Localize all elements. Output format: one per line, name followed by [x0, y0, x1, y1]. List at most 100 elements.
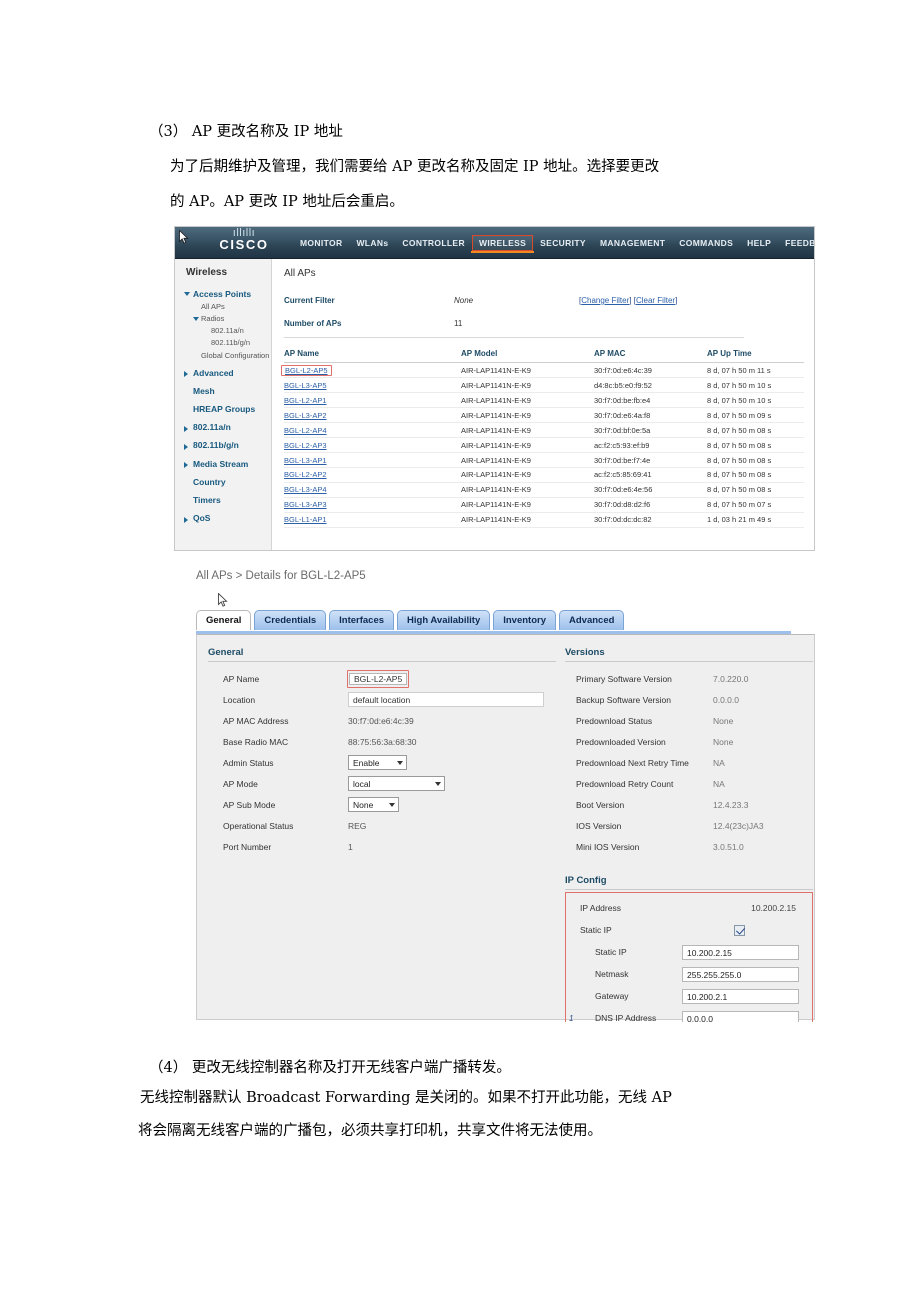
- sidebar-item-all-aps[interactable]: All APs: [175, 300, 271, 312]
- sidebar-item-global-configuration[interactable]: Global Configuration: [175, 349, 271, 361]
- static-ip-input[interactable]: 10.200.2.15: [682, 944, 799, 960]
- version-value: None: [713, 736, 734, 747]
- nav-commands[interactable]: COMMANDS: [672, 235, 740, 251]
- location-input[interactable]: default location: [348, 692, 544, 707]
- admin-status-label: Admin Status: [223, 757, 274, 768]
- nav-management[interactable]: MANAGEMENT: [593, 235, 672, 251]
- ap-name-input[interactable]: BGL-L2-AP5: [349, 672, 408, 685]
- mouse-cursor-icon: [218, 593, 228, 607]
- table-row[interactable]: BGL-L2-AP1 AIR-LAP1141N-E-K9 30:f7:0d:be:f…: [284, 392, 804, 408]
- static-ip-checkbox[interactable]: [734, 924, 745, 936]
- chevron-right-icon: [184, 371, 188, 378]
- sidebar-item-timers[interactable]: Timers: [175, 493, 271, 506]
- sidebar-item-80211bgn[interactable]: 802.11b/g/n: [175, 337, 271, 349]
- field-static-ip: Static IP 10.200.2.15: [569, 941, 809, 963]
- ap-name-link[interactable]: BGL-L2-AP3: [284, 441, 327, 450]
- nav-wireless[interactable]: WIRELESS: [471, 235, 534, 253]
- table-row[interactable]: BGL-L3-AP3 AIR-LAP1141N-E-K9 30:f7:0d:d8:d…: [284, 497, 804, 513]
- para3-line2: 的 AP。AP 更改 IP 地址后会重启。: [170, 194, 404, 210]
- ap-name-link[interactable]: BGL-L2-AP4: [284, 426, 327, 435]
- cisco-wordmark: CISCO: [219, 237, 269, 252]
- admin-status-select[interactable]: Enable: [348, 755, 407, 770]
- sidebar-item-advanced[interactable]: Advanced: [175, 366, 271, 379]
- sidebar-label: Radios: [201, 313, 225, 323]
- ap-name-link[interactable]: BGL-L3-AP5: [284, 381, 327, 390]
- number-of-aps-label: Number of APs: [284, 319, 342, 328]
- chevron-right-icon: [184, 462, 188, 469]
- field-netmask: Netmask 255.255.255.0: [569, 963, 809, 985]
- admin-status-value: Enable: [353, 757, 380, 768]
- sidebar-item-qos[interactable]: QoS: [175, 512, 271, 525]
- table-row[interactable]: BGL-L2-AP2 AIR-LAP1141N-E-K9 ac:f2:c5:85:6…: [284, 467, 804, 483]
- sidebar-item-access-points[interactable]: Access Points: [175, 287, 271, 300]
- nav-monitor[interactable]: MONITOR: [293, 235, 349, 251]
- ap-name-link[interactable]: BGL-L1-AP1: [284, 515, 327, 524]
- ap-name-link[interactable]: BGL-L3-AP3: [284, 500, 327, 509]
- oper-status-label: Operational Status: [223, 820, 294, 831]
- mouse-cursor-icon: [179, 230, 189, 244]
- ap-name-link[interactable]: BGL-L3-AP4: [284, 485, 327, 494]
- table-row[interactable]: BGL-L3-AP5 AIR-LAP1141N-E-K9 d4:8c:b5:e0:f…: [284, 377, 804, 393]
- sidebar-item-80211an-main[interactable]: 802.11a/n: [175, 421, 271, 434]
- table-row[interactable]: BGL-L2-AP5 AIR-LAP1141N-E-K9 30:f7:0d:e6:4…: [281, 362, 804, 378]
- clear-filter-link[interactable]: Clear Filter: [636, 296, 675, 305]
- sidebar-item-radios[interactable]: Radios: [175, 312, 271, 324]
- field-operational-status: Operational Status REG: [208, 815, 556, 836]
- nav-wlans[interactable]: WLANs: [349, 235, 395, 251]
- sidebar-label: Advanced: [193, 367, 234, 378]
- ap-model: AIR-LAP1141N-E-K9: [461, 467, 594, 483]
- sidebar-item-hreap-groups[interactable]: HREAP Groups: [175, 403, 271, 416]
- nav-controller[interactable]: CONTROLLER: [395, 235, 472, 251]
- ap-name-link[interactable]: BGL-L2-AP5: [285, 366, 328, 375]
- field-ap-mode: AP Mode local: [208, 773, 556, 794]
- version-row: IOS Version 12.4(23c)JA3: [565, 815, 813, 836]
- number-of-aps-value: 11: [454, 319, 463, 328]
- tab-credentials[interactable]: Credentials: [254, 610, 327, 630]
- ap-mac: 30:f7:0d:d8:d2:f6: [594, 497, 707, 513]
- general-panel: General AP Name BGL-L2-AP5 Location defa…: [196, 634, 815, 1022]
- ap-mode-select[interactable]: local: [348, 776, 445, 791]
- ap-name-link[interactable]: BGL-L3-AP1: [284, 456, 327, 465]
- ap-model: AIR-LAP1141N-E-K9: [461, 437, 594, 453]
- nav-feedback[interactable]: FEEDBACK: [778, 235, 814, 251]
- chevron-right-icon: [184, 443, 188, 450]
- ap-name-link[interactable]: BGL-L2-AP1: [284, 396, 327, 405]
- table-row[interactable]: BGL-L3-AP4 AIR-LAP1141N-E-K9 30:f7:0d:e6:4…: [284, 482, 804, 498]
- sidebar-title: Wireless: [186, 267, 228, 278]
- tab-inventory[interactable]: Inventory: [493, 610, 556, 630]
- gateway-input[interactable]: 10.200.2.1: [682, 988, 799, 1004]
- dns-input[interactable]: 0.0.0.0: [682, 1010, 799, 1022]
- ip-address-value: 10.200.2.15: [751, 903, 796, 913]
- sidebar-item-country[interactable]: Country: [175, 475, 271, 488]
- ap-mode-label: AP Mode: [223, 778, 258, 789]
- nav-help[interactable]: HELP: [740, 235, 778, 251]
- ap-mac-label: AP MAC Address: [223, 715, 289, 726]
- sidebar-item-80211an[interactable]: 802.11a/n: [175, 325, 271, 337]
- ap-uptime: 1 d, 03 h 21 m 49 s: [707, 512, 804, 528]
- tab-general[interactable]: General: [196, 610, 252, 630]
- tab-interfaces[interactable]: Interfaces: [329, 610, 395, 630]
- ap-sub-mode-value: None: [353, 799, 374, 810]
- table-row[interactable]: BGL-L2-AP4 AIR-LAP1141N-E-K9 30:f7:0d:bf:0…: [284, 422, 804, 438]
- netmask-input[interactable]: 255.255.255.0: [682, 966, 799, 982]
- ap-sub-mode-label: AP Sub Mode: [223, 799, 276, 810]
- version-label: Mini IOS Version: [576, 841, 640, 852]
- table-row[interactable]: BGL-L3-AP2 AIR-LAP1141N-E-K9 30:f7:0d:e6:4…: [284, 407, 804, 423]
- sidebar-item-media-stream[interactable]: Media Stream: [175, 457, 271, 470]
- ap-name-link[interactable]: BGL-L2-AP2: [284, 470, 327, 479]
- filter-links: [Change Filter] [Clear Filter]: [579, 296, 678, 305]
- table-row[interactable]: BGL-L2-AP3 AIR-LAP1141N-E-K9 ac:f2:c5:93:e…: [284, 437, 804, 453]
- ip-config-section: IP Config IP Address 10.200.2.15 Static …: [565, 875, 813, 1022]
- nav-security[interactable]: SECURITY: [533, 235, 593, 251]
- col-ap-model: AP Model: [461, 349, 594, 363]
- tab-high-availability[interactable]: High Availability: [397, 610, 491, 630]
- table-row[interactable]: BGL-L1-AP1 AIR-LAP1141N-E-K9 30:f7:0d:dc:d…: [284, 512, 804, 528]
- sidebar-item-mesh[interactable]: Mesh: [175, 384, 271, 397]
- ap-name-link[interactable]: BGL-L3-AP2: [284, 411, 327, 420]
- table-row[interactable]: BGL-L3-AP1 AIR-LAP1141N-E-K9 30:f7:0d:be:f…: [284, 452, 804, 468]
- ap-sub-mode-select[interactable]: None: [348, 797, 399, 812]
- change-filter-link[interactable]: Change Filter: [581, 296, 629, 305]
- tab-advanced[interactable]: Advanced: [559, 610, 625, 630]
- ap-mac: 30:f7:0d:be:fb:e4: [594, 392, 707, 408]
- sidebar-item-80211bgn-main[interactable]: 802.11b/g/n: [175, 439, 271, 452]
